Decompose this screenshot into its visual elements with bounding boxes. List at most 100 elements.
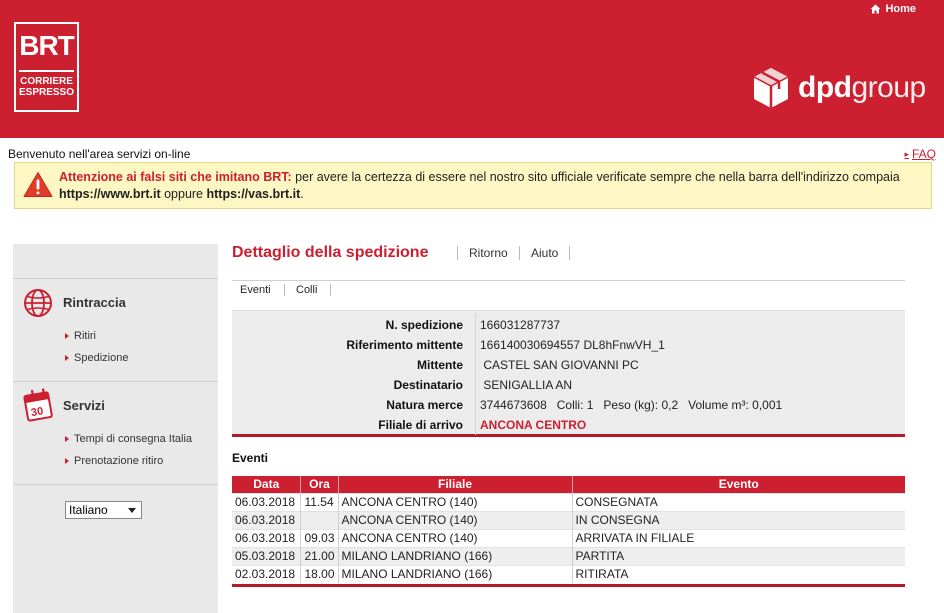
faq-link[interactable]: ▸ FAQ xyxy=(904,147,936,161)
sidebar-link-prenotazione-ritiro[interactable]: Prenotazione ritiro xyxy=(65,455,163,467)
warning-url-1: https://www.brt.it xyxy=(59,187,161,201)
warning-text-1: per avere la certezza di essere nel nost… xyxy=(291,170,900,184)
title-separator xyxy=(569,246,570,260)
brt-logo-subtitle: CORRIERE ESPRESSO xyxy=(16,76,77,98)
cell-filiale: ANCONA CENTRO (140) xyxy=(337,528,572,547)
home-icon xyxy=(870,4,881,14)
table-row: 06.03.2018 09.03 ANCONA CENTRO (140) ARR… xyxy=(232,528,905,547)
dpd-wordmark-thin: group xyxy=(851,71,926,104)
sidebar-divider xyxy=(13,484,218,485)
sidebar-divider xyxy=(13,381,218,382)
sidebar-link-label: Spedizione xyxy=(74,352,129,364)
detail-value-destinatario: SENIGALLIA AN xyxy=(480,378,573,392)
detail-column-divider xyxy=(475,313,476,435)
detail-value-n-spedizione: 166031287737 xyxy=(480,318,561,332)
warning-text-3: . xyxy=(300,187,304,201)
language-select[interactable]: Italiano xyxy=(65,501,142,519)
warning-url-2: https://vas.brt.it xyxy=(206,187,301,201)
brt-logo-sub-2: ESPRESSO xyxy=(18,87,75,98)
sidebar-section-rintraccia: Rintraccia xyxy=(63,295,126,310)
title-separator xyxy=(457,246,458,260)
cell-ora xyxy=(300,510,339,529)
tab-colli[interactable]: Colli xyxy=(296,284,317,296)
cell-data: 06.03.2018 xyxy=(232,528,301,547)
detail-label-filiale-arrivo: Filiale di arrivo xyxy=(378,418,463,432)
home-link-label: Home xyxy=(885,3,916,15)
detail-label-destinatario: Destinatario xyxy=(393,378,463,392)
svg-text:30: 30 xyxy=(30,405,44,419)
brt-logo-sub-1: CORRIERE xyxy=(20,76,73,87)
sidebar: Rintraccia Ritiri Spedizione 30 Servizi … xyxy=(13,244,218,613)
detail-value-riferimento: 166140030694557 DL8hFnwVH_1 xyxy=(480,338,665,352)
column-header-filiale: Filiale xyxy=(337,476,572,493)
table-row: 06.03.2018 11.54 ANCONA CENTRO (140) CON… xyxy=(232,492,905,511)
cell-evento: PARTITA xyxy=(571,546,905,565)
column-header-ora: Ora xyxy=(300,476,339,493)
warning-title: Attenzione ai falsi siti che imitano BRT… xyxy=(59,170,292,184)
brt-logo[interactable]: BRT CORRIERE ESPRESSO xyxy=(14,22,79,112)
cell-evento: ARRIVATA IN FILIALE xyxy=(571,528,905,547)
phishing-warning-box: Attenzione ai falsi siti che imitano BRT… xyxy=(14,162,932,209)
dpd-group-logo[interactable]: dpdgroup xyxy=(752,66,926,110)
brt-logo-rule xyxy=(19,70,74,72)
warning-icon xyxy=(23,172,53,197)
chevron-down-icon xyxy=(128,507,136,513)
sidebar-link-tempi-consegna[interactable]: Tempi di consegna Italia xyxy=(65,433,192,445)
site-header: BRT CORRIERE ESPRESSO Home dpdgroup xyxy=(0,0,944,138)
aiuto-link[interactable]: Aiuto xyxy=(531,246,558,260)
title-separator xyxy=(519,246,520,260)
events-table-header: Data Ora Filiale Evento xyxy=(232,476,905,493)
sidebar-link-label: Ritiri xyxy=(74,330,96,342)
tab-separator xyxy=(284,284,285,296)
ritorno-link[interactable]: Ritorno xyxy=(469,246,508,260)
detail-label-riferimento: Riferimento mittente xyxy=(346,338,463,352)
cell-ora: 18.00 xyxy=(300,564,339,583)
events-table: Data Ora Filiale Evento 06.03.2018 11.54… xyxy=(232,476,905,583)
sidebar-link-label: Tempi di consegna Italia xyxy=(74,433,193,445)
tab-eventi[interactable]: Eventi xyxy=(240,284,271,296)
cell-evento: RITIRATA xyxy=(571,564,905,583)
welcome-text: Benvenuto nell'area servizi on-line xyxy=(8,147,191,161)
table-row: 06.03.2018 ANCONA CENTRO (140) IN CONSEG… xyxy=(232,510,905,529)
sidebar-link-label: Prenotazione ritiro xyxy=(74,455,164,467)
cell-filiale: ANCONA CENTRO (140) xyxy=(337,492,572,511)
home-link[interactable]: Home xyxy=(870,3,916,15)
cell-data: 06.03.2018 xyxy=(232,492,301,511)
cell-ora: 21.00 xyxy=(300,546,339,565)
globe-icon xyxy=(24,289,52,317)
cell-data: 05.03.2018 xyxy=(232,546,301,565)
sidebar-link-ritiri[interactable]: Ritiri xyxy=(65,330,96,342)
faq-label: FAQ xyxy=(911,147,936,161)
column-header-evento: Evento xyxy=(571,476,905,493)
cell-data: 06.03.2018 xyxy=(232,510,301,529)
dpd-cube-icon xyxy=(753,68,789,108)
cell-ora: 11.54 xyxy=(300,492,339,511)
cell-data: 02.03.2018 xyxy=(232,564,301,583)
table-row: 02.03.2018 18.00 MILANO LANDRIANO (166) … xyxy=(232,564,905,583)
column-header-data: Data xyxy=(232,476,301,493)
faq-arrow-icon: ▸ xyxy=(904,148,909,159)
cell-filiale: ANCONA CENTRO (140) xyxy=(337,510,572,529)
tab-separator xyxy=(330,284,331,296)
cell-evento: IN CONSEGNA xyxy=(571,510,905,529)
bullet-icon xyxy=(65,355,69,361)
warning-text-2: oppure xyxy=(160,187,207,201)
sidebar-section-servizi: Servizi xyxy=(63,398,105,413)
table-row: 05.03.2018 21.00 MILANO LANDRIANO (166) … xyxy=(232,546,905,565)
detail-label-n-spedizione: N. spedizione xyxy=(385,318,463,332)
detail-value-natura-merce: 3744673608 Colli: 1 Peso (kg): 0,2 Volum… xyxy=(480,398,783,412)
title-rule xyxy=(232,280,905,281)
bullet-icon xyxy=(65,333,69,339)
dpd-wordmark-bold: dpd xyxy=(798,71,852,104)
page-title: Dettaglio della spedizione xyxy=(232,244,429,261)
language-select-value: Italiano xyxy=(69,503,108,517)
bullet-icon xyxy=(65,458,69,464)
dpd-group-wordmark: dpdgroup xyxy=(798,71,926,105)
detail-value-mittente: CASTEL SAN GIOVANNI PC xyxy=(480,358,639,372)
calendar-icon: 30 xyxy=(23,388,53,422)
sidebar-link-spedizione[interactable]: Spedizione xyxy=(65,352,128,364)
cell-filiale: MILANO LANDRIANO (166) xyxy=(337,546,572,565)
cell-filiale: MILANO LANDRIANO (166) xyxy=(337,564,572,583)
cell-evento: CONSEGNATA xyxy=(571,492,905,511)
events-heading: Eventi xyxy=(232,451,269,465)
